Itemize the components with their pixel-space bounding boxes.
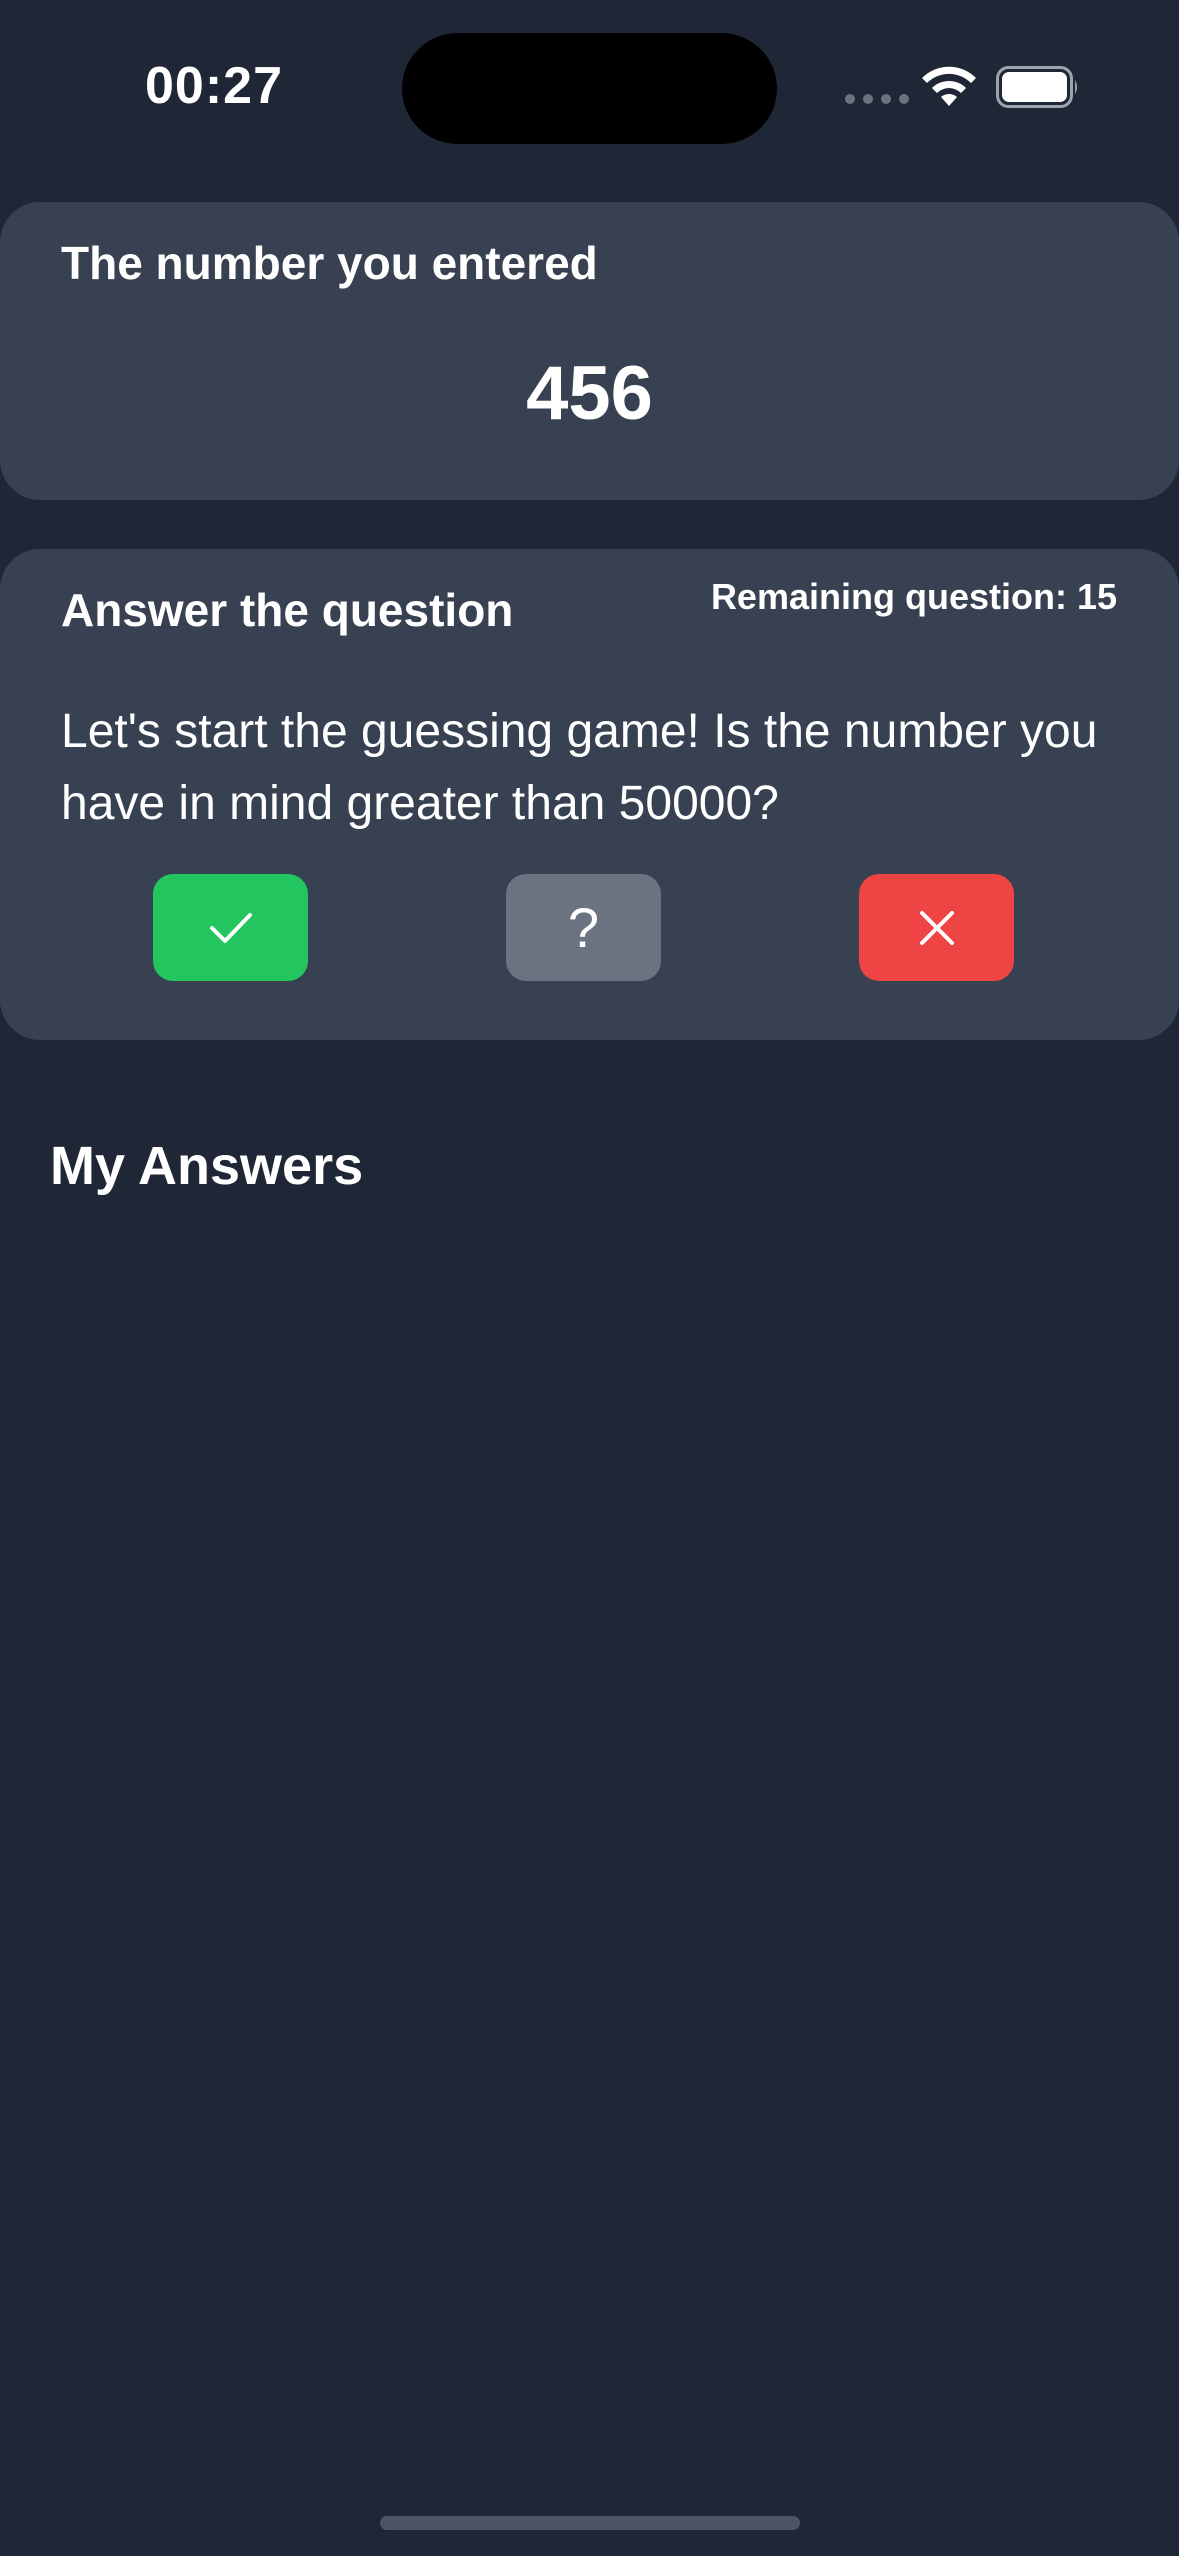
my-answers-title: My Answers [50, 1136, 364, 1196]
battery-icon [996, 66, 1077, 108]
unknown-button[interactable]: ? [506, 874, 661, 981]
yes-button[interactable] [153, 874, 308, 981]
dynamic-island [402, 33, 777, 144]
close-icon [919, 910, 954, 945]
cellular-dots-icon [845, 94, 909, 104]
question-card-title: Answer the question [61, 584, 514, 636]
no-button[interactable] [859, 874, 1014, 981]
question-text: Let's start the guessing game! Is the nu… [61, 705, 1098, 830]
entered-number: 456 [526, 351, 653, 436]
screen: 00:27 The number you entered 456 Answer … [0, 0, 1179, 2556]
check-icon [209, 912, 252, 943]
entered-card-title: The number you entered [61, 237, 598, 289]
unknown-button-label: ? [567, 896, 600, 959]
wifi-icon [922, 66, 976, 106]
home-indicator[interactable] [380, 2516, 800, 2530]
status-time: 00:27 [145, 57, 283, 115]
remaining-questions-label: Remaining question: 15 [710, 576, 1117, 617]
